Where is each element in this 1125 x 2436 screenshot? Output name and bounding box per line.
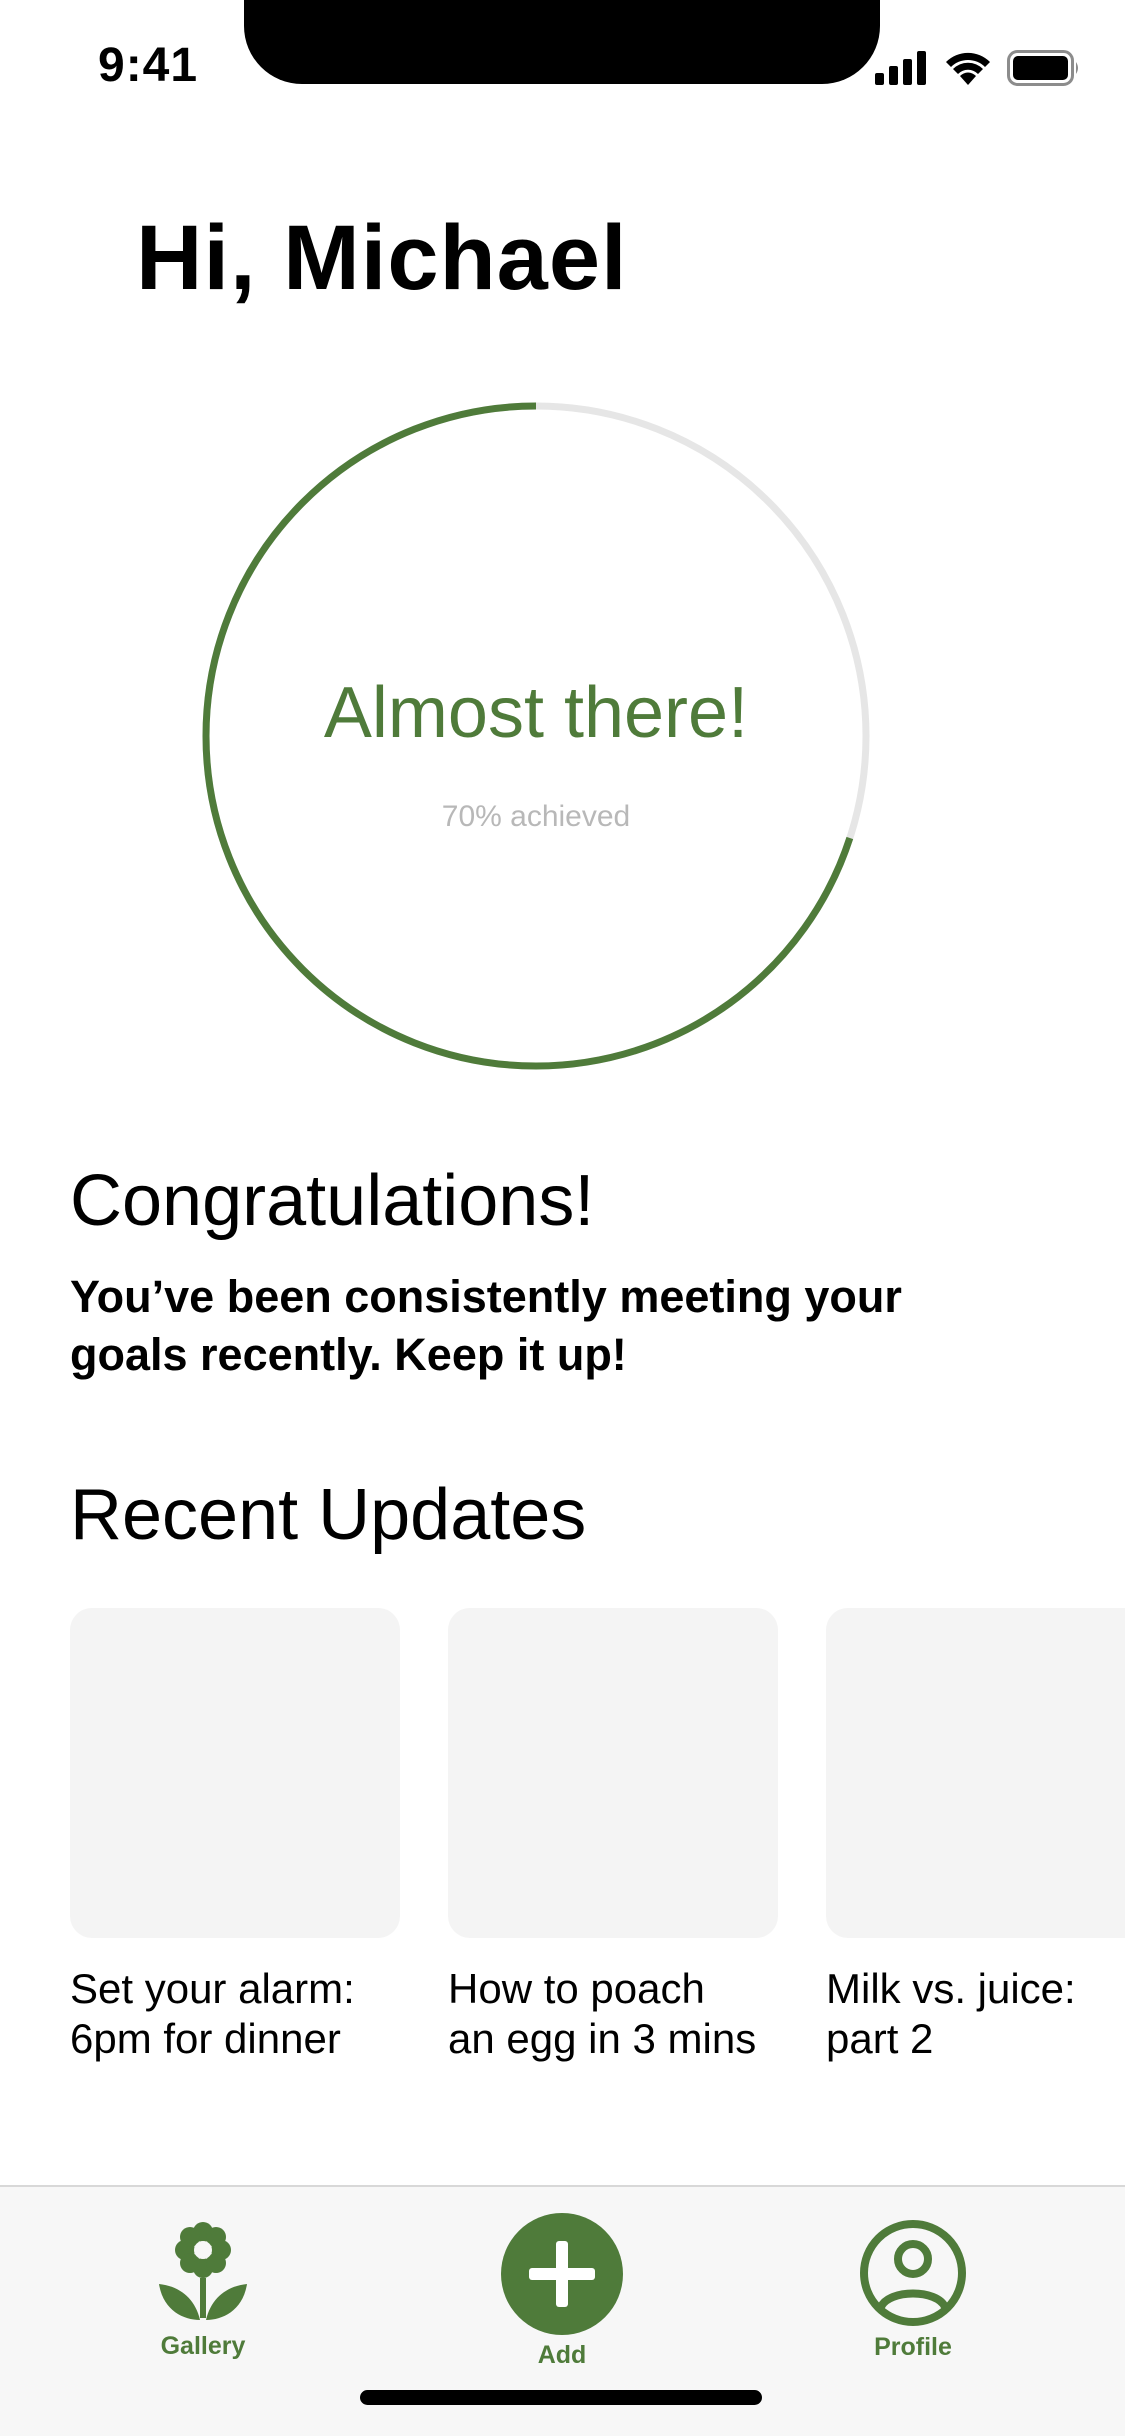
- update-card-title: Milk vs. juice: part 2: [826, 1965, 1076, 2062]
- progress-title: Almost there!: [323, 673, 749, 753]
- update-card[interactable]: Set your alarm: 6pm for dinner: [70, 1608, 400, 2064]
- device-notch: [244, 0, 880, 84]
- progress-subtitle: 70% achieved: [441, 800, 631, 833]
- flower-icon: [159, 2222, 247, 2320]
- home-indicator[interactable]: [360, 2390, 762, 2405]
- progress-ring: Almost there! 70% achieved: [200, 400, 872, 1072]
- tab-profile-label: Profile: [874, 2333, 952, 2361]
- update-card-thumbnail: [448, 1608, 778, 1938]
- tab-gallery[interactable]: Gallery: [140, 2222, 266, 2361]
- congrats-heading: Congratulations!: [70, 1161, 595, 1241]
- update-card-thumbnail: [826, 1608, 1125, 1938]
- plus-icon: [501, 2213, 623, 2335]
- tab-add[interactable]: Add: [499, 2213, 625, 2370]
- updates-carousel[interactable]: Set your alarm: 6pm for dinner How to po…: [70, 1608, 1125, 2078]
- status-icons: [875, 50, 1081, 86]
- status-time: 9:41: [98, 39, 199, 92]
- user-circle-icon: [860, 2220, 966, 2326]
- greeting-heading: Hi, Michael: [136, 207, 628, 309]
- congrats-message: You’ve been consistently meeting your go…: [70, 1271, 902, 1380]
- update-card-thumbnail: [70, 1608, 400, 1938]
- battery-icon: [1007, 50, 1078, 86]
- recent-updates-heading: Recent Updates: [70, 1475, 587, 1555]
- wifi-icon: [946, 52, 990, 85]
- tab-gallery-label: Gallery: [160, 2332, 246, 2360]
- cellular-signal-icon: [875, 51, 926, 85]
- tab-add-label: Add: [537, 2341, 587, 2369]
- update-card-title: Set your alarm: 6pm for dinner: [70, 1965, 355, 2062]
- update-card-title: How to poach an egg in 3 mins: [448, 1965, 757, 2062]
- tab-profile[interactable]: Profile: [850, 2219, 976, 2362]
- update-card[interactable]: How to poach an egg in 3 mins: [448, 1608, 778, 2064]
- update-card[interactable]: Milk vs. juice: part 2: [826, 1608, 1125, 2064]
- home-screen: 9:41 Hi, Michael Almost there! 70% achie…: [0, 0, 1125, 2436]
